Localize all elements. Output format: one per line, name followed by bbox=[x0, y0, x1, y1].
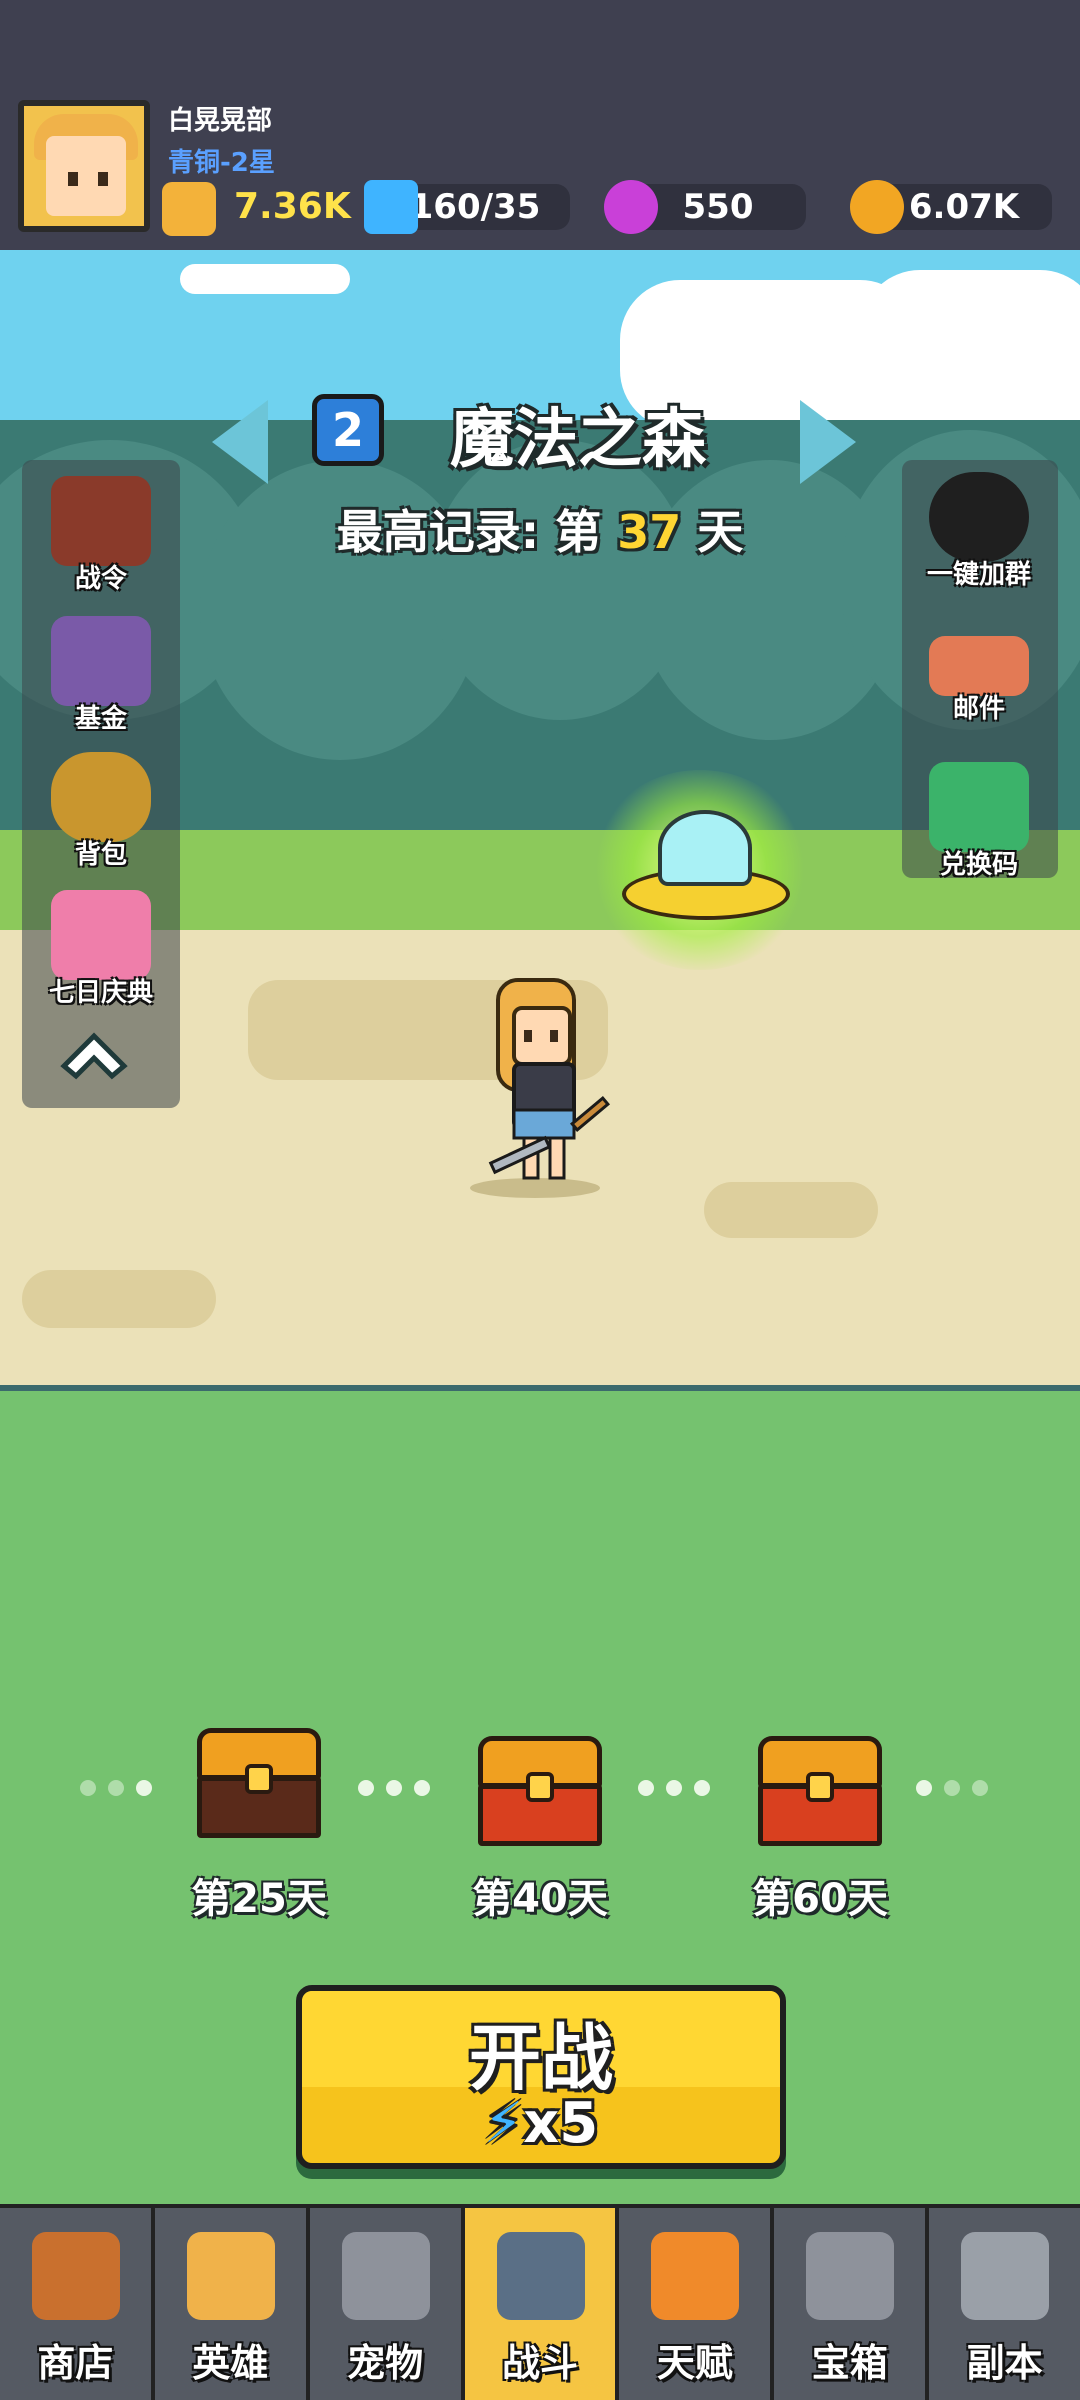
battle-pass-banner-icon bbox=[51, 476, 151, 566]
cloud bbox=[180, 264, 350, 294]
power-sword-icon bbox=[162, 182, 216, 236]
energy-cost: ⚡x5 bbox=[302, 2091, 780, 2156]
path-patch bbox=[704, 1182, 878, 1238]
gold-value: 6.07K bbox=[908, 187, 1020, 227]
qq-penguin-icon bbox=[929, 472, 1029, 562]
fund-label: 基金 bbox=[74, 704, 127, 734]
redeem-code-button[interactable]: 兑换码 bbox=[904, 762, 1054, 881]
nav-tab-label: 副本 bbox=[966, 2341, 1043, 2385]
battle-pass-button[interactable]: 战令 bbox=[26, 476, 176, 595]
nav-tab-label: 宝箱 bbox=[811, 2341, 888, 2385]
avatar-eye bbox=[98, 172, 108, 186]
power-value: 7.36K bbox=[234, 186, 351, 227]
gem-value: 550 bbox=[682, 187, 754, 227]
path-patch bbox=[22, 1270, 216, 1328]
join-group-button[interactable]: 一键加群 bbox=[904, 472, 1054, 591]
chest-lock-icon bbox=[806, 1772, 834, 1802]
chest-lock-icon bbox=[526, 1772, 554, 1802]
milestone-chest[interactable] bbox=[758, 1736, 882, 1846]
player-avatar[interactable] bbox=[18, 100, 150, 232]
gold-coin-plus-icon[interactable] bbox=[850, 180, 904, 234]
avatar-eye bbox=[68, 172, 78, 186]
record-day: 37 bbox=[617, 505, 682, 559]
player-name: 白晃晃部 bbox=[168, 106, 273, 136]
nav-tab-shop[interactable]: 商店 bbox=[0, 2204, 155, 2400]
hero-icon bbox=[186, 2232, 275, 2320]
start-battle-button[interactable]: 开战 ⚡x5 bbox=[296, 1985, 786, 2169]
energy-cost-value: x5 bbox=[523, 2091, 599, 2156]
gem-plus-icon[interactable] bbox=[604, 180, 658, 234]
milestone-chest-opened[interactable] bbox=[197, 1728, 321, 1838]
nav-tab-chest[interactable]: 宝箱 bbox=[774, 2204, 930, 2400]
milestone-chest[interactable] bbox=[478, 1736, 602, 1846]
level-title: 魔法之森 bbox=[450, 403, 706, 477]
energy-bolt-plus-icon[interactable] bbox=[364, 180, 418, 234]
battle-pass-label: 战令 bbox=[74, 564, 127, 594]
seven-day-event-label: 七日庆典 bbox=[48, 978, 153, 1008]
mail-button[interactable]: 邮件 bbox=[904, 626, 1054, 725]
pet-rabbit-icon bbox=[341, 2232, 430, 2320]
collapse-menu-chevron-icon[interactable] bbox=[58, 1016, 130, 1088]
nav-tab-label: 战斗 bbox=[502, 2341, 579, 2385]
progress-dots bbox=[638, 1780, 710, 1796]
bottom-navigation: 商店 英雄 宠物 战斗 天赋 宝箱 副本 bbox=[0, 2204, 1080, 2400]
gift-box-icon bbox=[51, 890, 151, 980]
energy-bolt-icon: ⚡ bbox=[483, 2091, 524, 2156]
avatar-face bbox=[46, 136, 126, 216]
backpack-label: 背包 bbox=[74, 840, 127, 870]
chest-lock-icon bbox=[245, 1764, 273, 1794]
ufo-dome[interactable] bbox=[658, 810, 752, 886]
nav-tab-label: 商店 bbox=[37, 2341, 114, 2385]
shop-stall-icon bbox=[32, 2232, 120, 2320]
treasure-chest-icon bbox=[806, 2232, 895, 2320]
nav-tab-label: 英雄 bbox=[192, 2341, 269, 2385]
nav-tab-talent[interactable]: 天赋 bbox=[619, 2204, 775, 2400]
next-level-arrow-icon[interactable] bbox=[800, 400, 856, 484]
seven-day-event-button[interactable]: 七日庆典 bbox=[26, 890, 176, 1009]
record-prefix: 最高记录: 第 bbox=[336, 505, 602, 559]
dungeon-map-icon bbox=[961, 2232, 1050, 2320]
crossed-swords-icon bbox=[496, 2232, 585, 2320]
redeem-ticket-icon bbox=[929, 762, 1029, 852]
player-rank: 青铜-2星 bbox=[168, 148, 275, 178]
nav-tab-label: 宠物 bbox=[347, 2341, 424, 2385]
mail-label: 邮件 bbox=[952, 694, 1005, 724]
talent-fist-icon bbox=[651, 2232, 740, 2320]
nav-tab-dungeon[interactable]: 副本 bbox=[929, 2204, 1080, 2400]
level-number-badge: 2 bbox=[312, 394, 384, 466]
progress-dots bbox=[916, 1780, 988, 1796]
milestone-day-label: 第40天 bbox=[472, 1876, 608, 1922]
milestone-day-label: 第60天 bbox=[752, 1876, 888, 1922]
nav-tab-battle[interactable]: 战斗 bbox=[464, 2204, 620, 2400]
fund-safe-icon bbox=[51, 616, 151, 706]
record-suffix: 天 bbox=[697, 505, 744, 559]
backpack-icon bbox=[51, 752, 151, 842]
prev-level-arrow-icon[interactable] bbox=[212, 400, 268, 484]
nav-tab-pet[interactable]: 宠物 bbox=[309, 2204, 465, 2400]
path-border bbox=[0, 1385, 1080, 1391]
redeem-code-label: 兑换码 bbox=[939, 850, 1018, 880]
progress-dots bbox=[358, 1780, 430, 1796]
energy-value: 160/35 bbox=[409, 187, 541, 227]
backpack-button[interactable]: 背包 bbox=[26, 752, 176, 871]
mail-scroll-icon bbox=[929, 636, 1029, 696]
join-group-label: 一键加群 bbox=[926, 560, 1031, 590]
nav-tab-hero[interactable]: 英雄 bbox=[154, 2204, 310, 2400]
start-battle-label: 开战 bbox=[468, 2016, 613, 2100]
nav-tab-label: 天赋 bbox=[656, 2341, 733, 2385]
progress-dots bbox=[80, 1780, 152, 1796]
hero-character bbox=[488, 978, 611, 1180]
milestone-day-label: 第25天 bbox=[191, 1876, 327, 1922]
fund-button[interactable]: 基金 bbox=[26, 616, 176, 735]
